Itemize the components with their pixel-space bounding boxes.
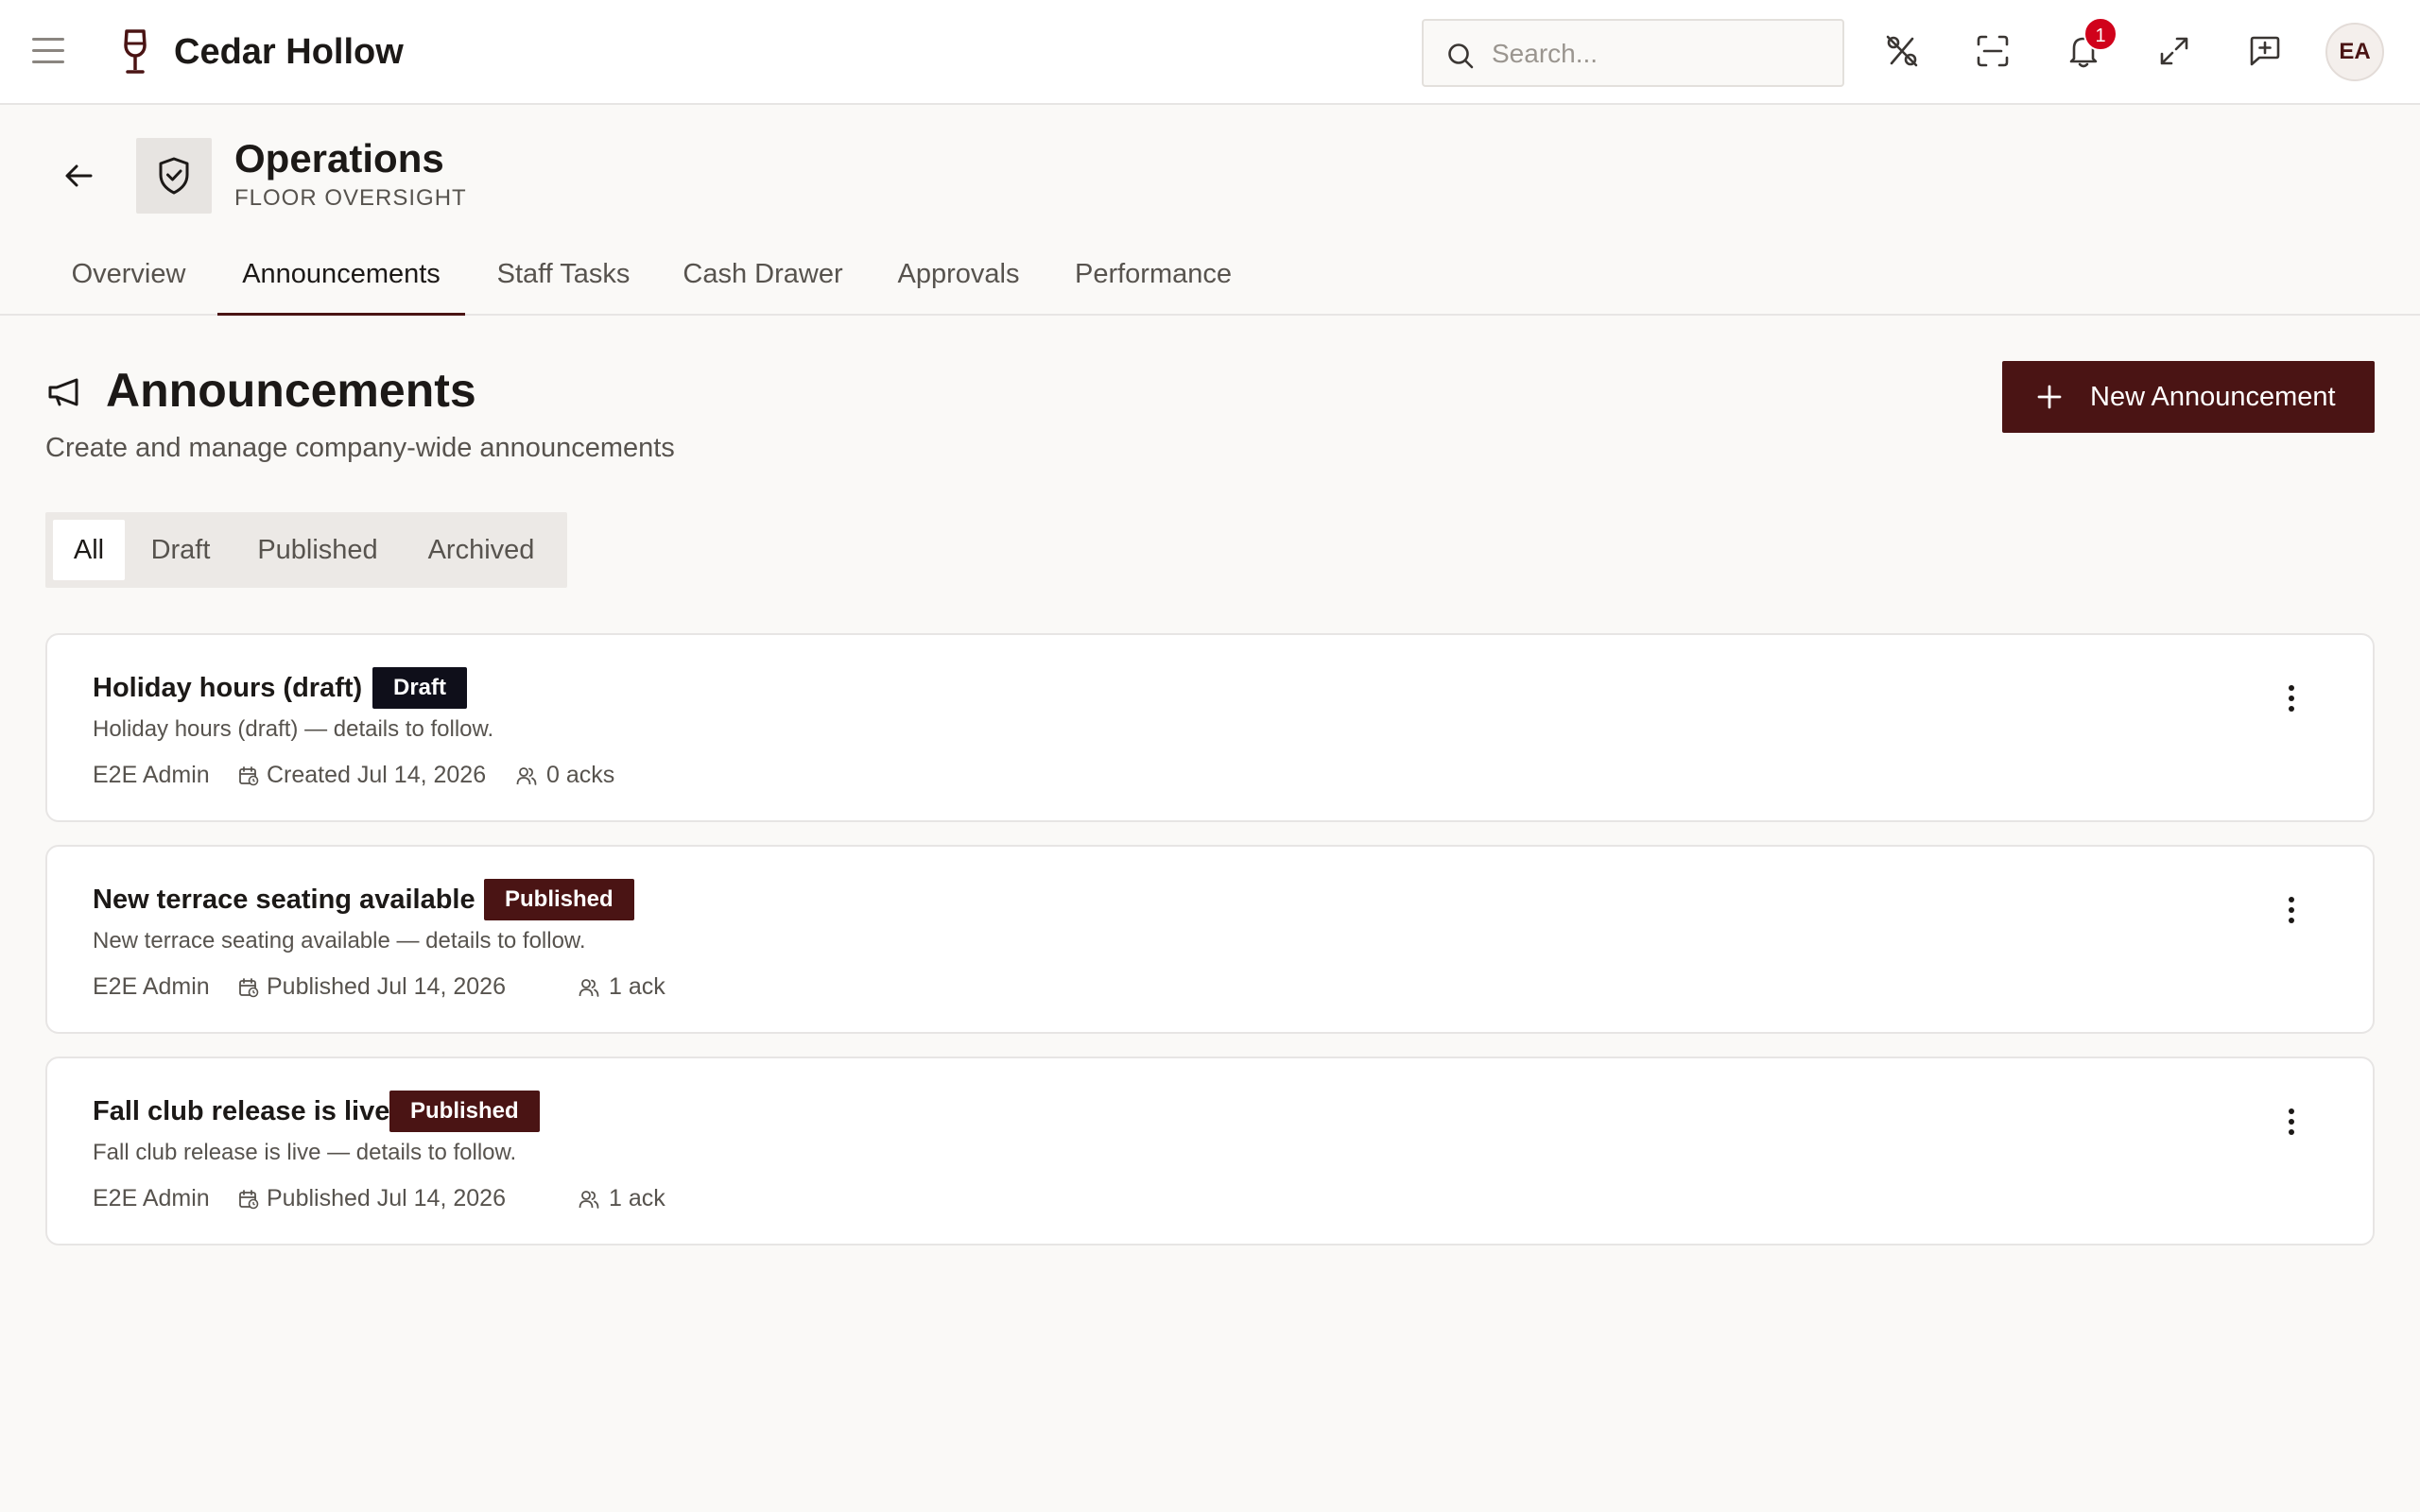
announcement-card[interactable]: Fall club release is live Published Fall… — [45, 1057, 2375, 1246]
top-bar: Cedar Hollow 1 EA — [0, 0, 2420, 105]
tab-bar: Overview Announcements Staff Tasks Cash … — [0, 244, 2420, 316]
search-input[interactable] — [1492, 30, 1832, 77]
tab-performance[interactable]: Performance — [1063, 244, 1244, 316]
megaphone-icon — [48, 378, 78, 406]
announcement-title: Holiday hours (draft) — [93, 673, 363, 703]
announcement-card[interactable]: New terrace seating available Published … — [45, 845, 2375, 1034]
filter-all[interactable]: All — [53, 520, 125, 580]
plus-icon — [2037, 385, 2062, 409]
percent-slash-icon[interactable] — [1883, 32, 1921, 70]
more-options-icon[interactable] — [2273, 680, 2310, 718]
announcement-date: Published Jul 14, 2026 — [267, 973, 506, 1000]
expand-icon[interactable] — [2155, 32, 2193, 70]
announcement-date: Created Jul 14, 2026 — [267, 762, 487, 788]
filter-archived[interactable]: Archived — [403, 520, 560, 580]
announcement-body: Holiday hours (draft) — details to follo… — [93, 716, 494, 742]
search-icon — [1448, 43, 1474, 69]
wine-glass-icon — [124, 29, 147, 74]
more-options-icon[interactable] — [2273, 1104, 2310, 1142]
status-filter: All Draft Published Archived — [45, 512, 567, 588]
module-icon — [136, 138, 212, 214]
page-subtitle: FLOOR OVERSIGHT — [234, 185, 467, 211]
feedback-icon[interactable] — [2246, 32, 2284, 70]
more-options-icon[interactable] — [2273, 892, 2310, 930]
ack-count: 0 acks — [546, 762, 615, 788]
section-title: Announcements — [106, 364, 476, 417]
announcement-body: New terrace seating available — details … — [93, 928, 586, 954]
ack-count: 1 ack — [609, 1185, 666, 1211]
status-badge: Published — [484, 879, 634, 920]
back-arrow-icon[interactable] — [59, 157, 100, 195]
filter-published[interactable]: Published — [242, 520, 393, 580]
filter-draft[interactable]: Draft — [132, 520, 229, 580]
search-box[interactable] — [1422, 19, 1844, 87]
calendar-icon — [239, 766, 259, 786]
users-icon — [579, 1191, 599, 1209]
users-icon — [579, 979, 599, 997]
announcement-title: New terrace seating available — [93, 885, 475, 915]
tab-cash-drawer[interactable]: Cash Drawer — [667, 244, 858, 316]
user-avatar[interactable]: EA — [2325, 23, 2384, 81]
author-name: E2E Admin — [93, 762, 210, 788]
announcement-body: Fall club release is live — details to f… — [93, 1140, 517, 1165]
announcement-title: Fall club release is live — [93, 1096, 390, 1126]
tab-overview[interactable]: Overview — [45, 244, 212, 316]
status-badge: Published — [389, 1091, 540, 1132]
announcement-card[interactable]: Holiday hours (draft) Draft Holiday hour… — [45, 633, 2375, 822]
status-badge: Draft — [372, 667, 468, 709]
section-description: Create and manage company-wide announcem… — [45, 433, 675, 463]
brand-name: Cedar Hollow — [174, 32, 404, 72]
new-announcement-label: New Announcement — [2090, 382, 2336, 412]
users-icon — [516, 767, 537, 785]
author-name: E2E Admin — [93, 1185, 210, 1211]
notification-count-badge: 1 — [2083, 17, 2118, 51]
tab-announcements[interactable]: Announcements — [217, 244, 465, 316]
scan-icon[interactable] — [1974, 32, 2012, 70]
author-name: E2E Admin — [93, 973, 210, 1000]
calendar-icon — [239, 978, 259, 998]
ack-count: 1 ack — [609, 973, 666, 1000]
page-title: Operations — [234, 136, 444, 180]
announcement-date: Published Jul 14, 2026 — [267, 1185, 506, 1211]
new-announcement-button[interactable]: New Announcement — [2002, 361, 2375, 433]
shield-check-icon — [159, 157, 189, 195]
menu-icon[interactable] — [32, 38, 64, 68]
calendar-icon — [239, 1190, 259, 1210]
tab-approvals[interactable]: Approvals — [883, 244, 1034, 316]
tab-staff-tasks[interactable]: Staff Tasks — [478, 244, 648, 316]
